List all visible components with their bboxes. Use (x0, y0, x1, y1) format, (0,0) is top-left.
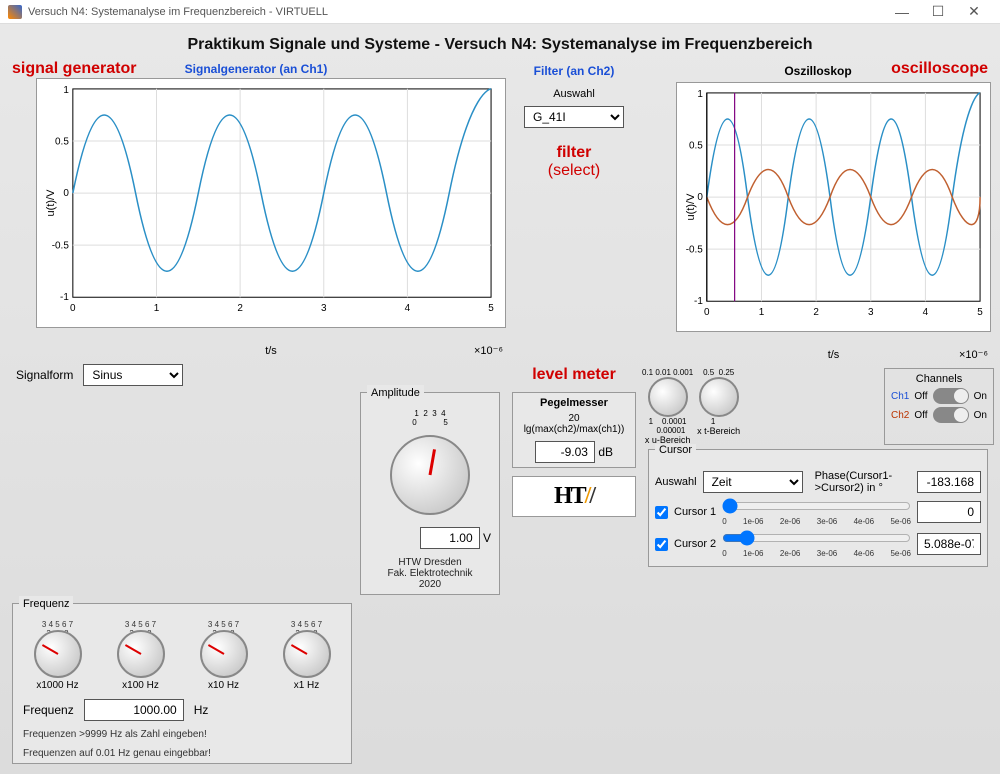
svg-text:-0.5: -0.5 (52, 241, 70, 252)
annotation-select: (select) (506, 162, 642, 180)
svg-text:-1: -1 (60, 292, 69, 303)
phase-label: Phase(Cursor1->Cursor2) in ° (815, 470, 911, 494)
svg-text:4: 4 (923, 307, 929, 318)
os-exp: ×10⁻⁶ (959, 348, 988, 361)
cursor2-checkbox[interactable] (655, 538, 668, 551)
amplitude-unit: V (483, 531, 491, 545)
sg-exp: ×10⁻⁶ (474, 344, 503, 357)
frequenz-group-title: Frequenz (19, 596, 73, 612)
x-u-range-knob[interactable] (648, 377, 688, 417)
filter-auswahl-label: Auswahl (506, 88, 642, 100)
freq-hint-2: Frequenzen auf 0.01 Hz genau eingebbar! (13, 744, 351, 763)
svg-text:0: 0 (697, 192, 703, 203)
x-t-range-knob[interactable] (699, 377, 739, 417)
cursor2-slider[interactable] (722, 530, 911, 546)
cursor-group: Cursor Auswahl Zeit Phase(Cursor1->Curso… (648, 449, 988, 567)
svg-text:-1: -1 (694, 296, 703, 307)
annotation-signal-generator: signal generator (12, 60, 136, 78)
frequenz-unit: Hz (194, 703, 209, 717)
close-button[interactable]: ✕ (956, 3, 992, 20)
cursor-title: Cursor (655, 444, 696, 456)
signalform-label: Signalform (16, 368, 73, 382)
svg-text:5: 5 (977, 307, 983, 318)
filter-select[interactable]: G_41I (524, 106, 624, 128)
annotation-oscilloscope: oscilloscope (891, 60, 988, 78)
pegel-formula: 20 lg(max(ch2)/max(ch1)) (517, 413, 631, 435)
freq-knob-100[interactable] (117, 630, 165, 678)
svg-text:2: 2 (237, 303, 243, 314)
maximize-button[interactable]: ☐ (920, 3, 956, 20)
amplitude-group: Amplitude 1 2 3 40 5 V HTW DresdenFak. E… (360, 392, 500, 595)
os-xlabel: t/s (828, 349, 840, 361)
pegel-value (535, 441, 595, 463)
window-title: Versuch N4: Systemanalyse im Frequenzber… (28, 6, 328, 18)
svg-text:0.5: 0.5 (689, 140, 703, 151)
ch1-label: Ch1 (891, 391, 909, 402)
svg-text:4: 4 (405, 303, 411, 314)
amplitude-group-title: Amplitude (367, 385, 424, 401)
svg-text:1: 1 (154, 303, 160, 314)
x-t-caption: x t-Bereich (697, 426, 740, 436)
app-icon (8, 5, 22, 19)
svg-text:0.5: 0.5 (55, 136, 69, 147)
annotation-level-meter: level meter (506, 366, 642, 384)
cursor-auswahl-label: Auswahl (655, 476, 697, 488)
credits: HTW DresdenFak. Elektrotechnik2020 (361, 553, 499, 594)
left-panel-title: Signalgenerator (an Ch1) (181, 60, 332, 78)
cursor1-value[interactable] (917, 501, 981, 523)
freq-knob-1[interactable] (283, 630, 331, 678)
freq-hint-1: Frequenzen >9999 Hz als Zahl eingeben! (13, 725, 351, 744)
ch2-label: Ch2 (891, 410, 909, 421)
svg-text:0: 0 (63, 188, 69, 199)
svg-text:0: 0 (70, 303, 76, 314)
oscilloscope-plot: u(t)/V t/s ×10⁻⁶ (676, 82, 991, 332)
titlebar: Versuch N4: Systemanalyse im Frequenzber… (0, 0, 1000, 24)
svg-text:1: 1 (63, 85, 69, 96)
phase-value (917, 471, 981, 493)
knob-label-1: x100 Hz (110, 680, 172, 691)
htw-logo: HT// (512, 476, 636, 517)
cursor1-checkbox[interactable] (655, 506, 668, 519)
channels-title: Channels (891, 373, 987, 385)
svg-text:-0.5: -0.5 (686, 245, 704, 256)
knob-label-0: x1000 Hz (27, 680, 89, 691)
pegelmesser-title: Pegelmesser (517, 397, 631, 409)
amplitude-input[interactable] (420, 527, 480, 549)
frequenz-label: Frequenz (23, 703, 74, 717)
main-title: Praktikum Signale und Systeme - Versuch … (6, 30, 994, 62)
pegel-unit: dB (598, 445, 613, 459)
svg-text:2: 2 (813, 307, 819, 318)
filter-panel-title: Filter (an Ch2) (506, 62, 642, 80)
cursor1-label: Cursor 1 (674, 506, 716, 518)
cursor2-value[interactable] (917, 533, 981, 555)
svg-text:3: 3 (321, 303, 327, 314)
ch2-toggle[interactable] (933, 407, 969, 423)
svg-text:3: 3 (868, 307, 874, 318)
frequenz-input[interactable] (84, 699, 184, 721)
sg-ylabel: u(t)/V (45, 190, 57, 217)
knob-label-2: x10 Hz (193, 680, 255, 691)
ch1-toggle[interactable] (933, 388, 969, 404)
svg-text:1: 1 (759, 307, 765, 318)
os-ylabel: u(t)/V (685, 194, 697, 221)
freq-knob-10[interactable] (200, 630, 248, 678)
freq-knob-1000[interactable] (34, 630, 82, 678)
signalform-select[interactable]: Sinus (83, 364, 183, 386)
frequenz-group: Frequenz 3 4 5 6 72 81 9x1000 Hz 3 4 5 6… (12, 603, 352, 764)
cursor1-slider[interactable] (722, 498, 911, 514)
svg-text:5: 5 (488, 303, 494, 314)
knob-label-3: x1 Hz (276, 680, 338, 691)
svg-text:1: 1 (697, 89, 703, 100)
amplitude-knob[interactable] (390, 435, 470, 515)
signal-generator-plot: u(t)/V t/s ×10⁻⁶ -1-0.500.51 (36, 78, 506, 328)
minimize-button[interactable]: — (884, 4, 920, 20)
cursor2-label: Cursor 2 (674, 538, 716, 550)
svg-text:0: 0 (704, 307, 710, 318)
annotation-filter: filter (506, 144, 642, 162)
sg-xlabel: t/s (265, 345, 277, 357)
cursor-auswahl-select[interactable]: Zeit (703, 471, 803, 493)
channels-group: Channels Ch1OffOn Ch2OffOn (884, 368, 994, 445)
pegelmesser-group: Pegelmesser 20 lg(max(ch2)/max(ch1)) dB (512, 392, 636, 468)
